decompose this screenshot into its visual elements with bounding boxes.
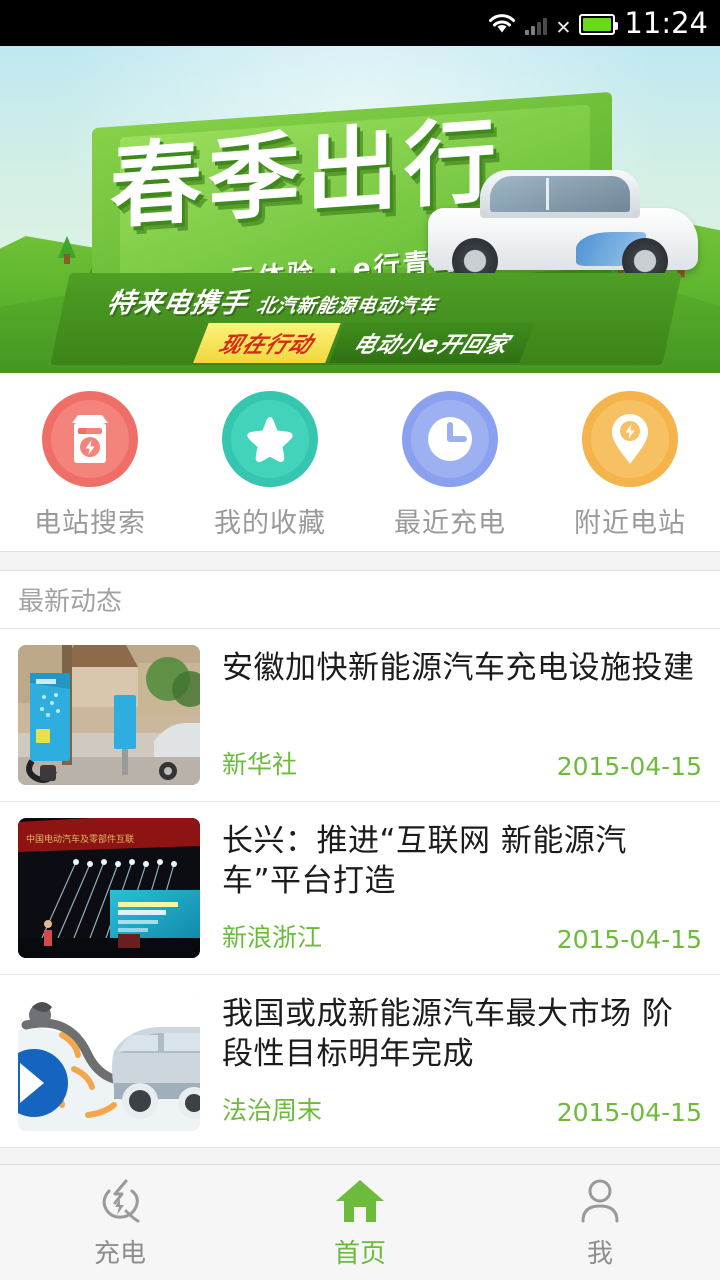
quick-action-label: 我的收藏 — [214, 507, 326, 539]
quick-action-favorites[interactable]: 我的收藏 — [180, 390, 360, 540]
quick-action-label: 最近充电 — [394, 507, 506, 539]
tab-profile[interactable]: 我 — [480, 1165, 720, 1280]
home-icon — [334, 1175, 386, 1227]
tab-label: 充电 — [93, 1239, 146, 1269]
banner-cta-green[interactable]: 电动小e开回家 — [329, 323, 535, 363]
news-body: 我国或成新能源汽车最大市场 阶段性目标明年完成 法治周末 2015-04-15 — [222, 991, 702, 1131]
quick-action-recent-charging[interactable]: 最近充电 — [360, 390, 540, 540]
news-thumbnail: 中国电动汽车及零部件互联 — [18, 818, 200, 958]
map-pin-bolt-icon[interactable] — [582, 390, 678, 487]
news-body: 安徽加快新能源汽车充电设施投建 新华社 2015-04-15 — [222, 645, 702, 785]
svg-text:中国电动汽车及零部件互联: 中国电动汽车及零部件互联 — [26, 833, 134, 844]
tree-icon — [58, 236, 76, 264]
news-list-item[interactable]: 中国电动汽车及零部件互联 长兴：推进“互联网 新能源汽车”平台打造 新浪浙江 2… — [0, 802, 720, 975]
clock-icon[interactable] — [402, 390, 498, 487]
news-meta: 新华社 2015-04-15 — [222, 745, 702, 785]
news-list-item[interactable]: 安徽加快新能源汽车充电设施投建 新华社 2015-04-15 — [0, 629, 720, 802]
no-sim-x-icon: ✕ — [555, 17, 572, 39]
quick-actions-row: 电站搜索 我的收藏 最近充电 附近电站 — [0, 373, 720, 551]
tab-label: 首页 — [333, 1239, 386, 1269]
tab-label: 我 — [586, 1239, 613, 1269]
news-title: 安徽加快新能源汽车充电设施投建 — [222, 650, 695, 686]
news-title: 长兴：推进“互联网 新能源汽车”平台打造 — [222, 823, 627, 899]
banner-cta-yellow[interactable]: 现在行动 — [193, 323, 341, 363]
quick-action-label: 电站搜索 — [34, 507, 146, 539]
tab-charging[interactable]: 充电 — [0, 1165, 240, 1280]
quick-action-station-search[interactable]: 电站搜索 — [0, 390, 180, 540]
banner-cta-row[interactable]: 现在行动 电动小e开回家 — [193, 323, 535, 363]
news-list-item[interactable]: 我国或成新能源汽车最大市场 阶段性目标明年完成 法治周末 2015-04-15 — [0, 975, 720, 1148]
plug-bolt-icon — [95, 1175, 145, 1227]
banner-partner-brand: 北汽新能源电动汽车 — [254, 295, 440, 317]
news-section-header: 最新动态 — [0, 571, 720, 629]
news-date: 2015-04-15 — [556, 752, 702, 781]
news-date: 2015-04-15 — [556, 1098, 702, 1127]
quick-action-nearby-stations[interactable]: 附近电站 — [540, 390, 720, 540]
signal-bars-icon — [524, 15, 547, 35]
news-title: 我国或成新能源汽车最大市场 阶段性目标明年完成 — [222, 996, 674, 1072]
news-source: 新浪浙江 — [222, 923, 323, 952]
app-root: ✕ 11:24 春季出行 一元体验 · e行青岛 特来电携手 北汽新能源电动汽车… — [0, 0, 720, 1280]
star-icon[interactable] — [222, 390, 318, 487]
charging-pile-icon[interactable] — [42, 390, 138, 487]
status-icons: ✕ — [487, 11, 619, 39]
status-clock: 11:24 — [624, 6, 708, 40]
news-thumbnail — [18, 645, 200, 785]
status-bar: ✕ 11:24 — [0, 0, 720, 46]
news-body: 长兴：推进“互联网 新能源汽车”平台打造 新浪浙江 2015-04-15 — [222, 818, 702, 958]
tab-home[interactable]: 首页 — [240, 1165, 480, 1280]
news-date: 2015-04-15 — [556, 925, 702, 954]
news-meta: 法治周末 2015-04-15 — [222, 1091, 702, 1131]
bottom-tab-bar: 充电 首页 我 — [0, 1164, 720, 1280]
news-source: 法治周末 — [222, 1096, 323, 1125]
person-icon — [576, 1175, 624, 1227]
news-meta: 新浪浙江 2015-04-15 — [222, 918, 702, 958]
news-source: 新华社 — [222, 750, 298, 779]
section-spacer — [0, 551, 720, 571]
news-list: 安徽加快新能源汽车充电设施投建 新华社 2015-04-15 中国电动汽车及零部… — [0, 629, 720, 1148]
quick-action-label: 附近电站 — [574, 507, 686, 539]
battery-full-icon — [579, 14, 619, 35]
news-thumbnail — [18, 991, 200, 1131]
banner-partner-line: 特来电携手 — [104, 288, 251, 319]
wifi-icon — [487, 11, 517, 35]
promo-banner[interactable]: 春季出行 一元体验 · e行青岛 特来电携手 北汽新能源电动汽车 现在行动 电动小… — [0, 46, 720, 373]
banner-strip-content: 特来电携手 北汽新能源电动汽车 现在行动 电动小e开回家 — [67, 279, 664, 363]
